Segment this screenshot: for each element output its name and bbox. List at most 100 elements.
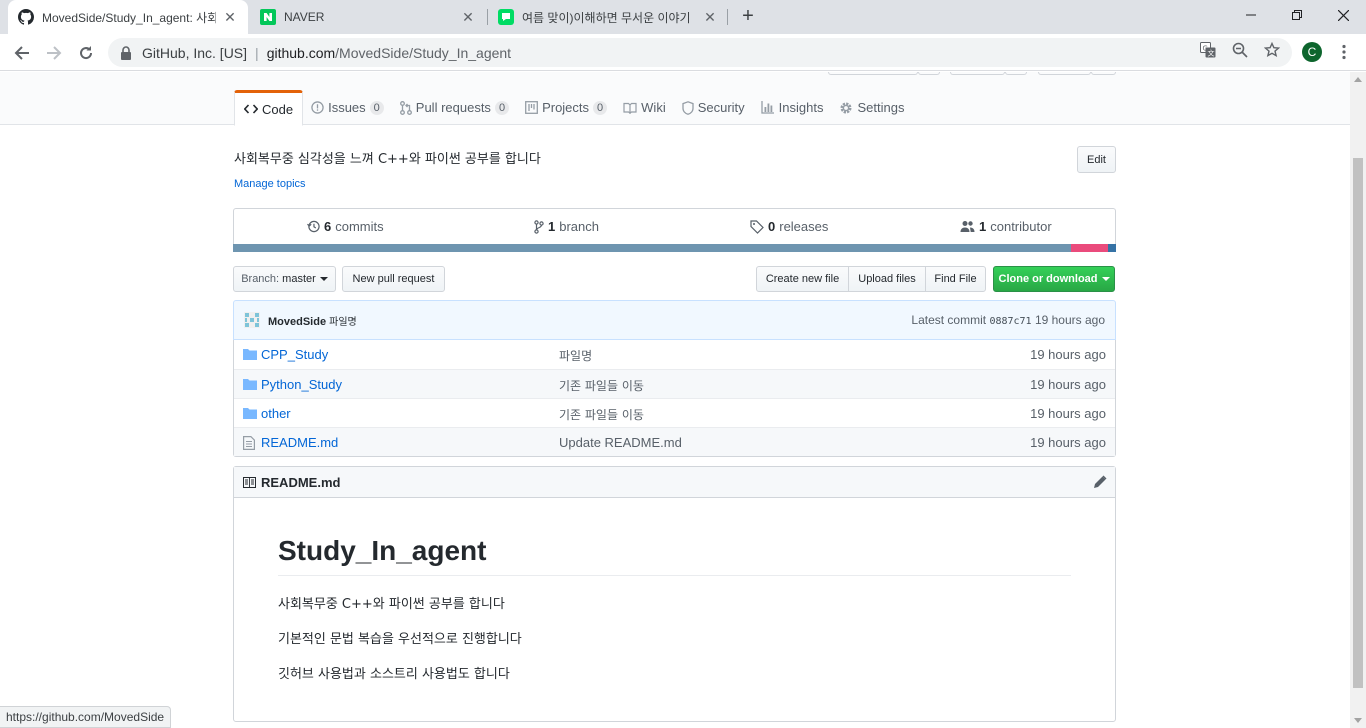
browser-tab-strip: MovedSide/Study_In_agent: 사회복무중 심각성을 느껴 …: [0, 0, 1366, 34]
translate-button[interactable]: G文: [1199, 41, 1217, 59]
star-button[interactable]: [950, 72, 1005, 75]
file-name-link[interactable]: CPP_Study: [261, 347, 328, 362]
upload-files-button[interactable]: Upload files: [848, 266, 926, 292]
fork-count[interactable]: [1091, 72, 1116, 75]
git-branch-icon: [534, 219, 544, 234]
browser-menu-button[interactable]: [1336, 42, 1352, 62]
commit-message-link[interactable]: 기존 파일들 이동: [559, 406, 644, 423]
book-icon: [243, 476, 256, 488]
new-tab-button[interactable]: +: [737, 6, 759, 28]
close-tab-icon[interactable]: ✕: [460, 9, 476, 25]
zoom-out-icon: [1232, 42, 1248, 58]
commit-message-link[interactable]: 기존 파일들 이동: [559, 377, 644, 394]
reload-icon: [80, 46, 93, 60]
commits-label: commits: [335, 219, 384, 234]
clone-or-download-button[interactable]: Clone or download: [993, 266, 1115, 292]
projects-counter: 0: [593, 100, 608, 115]
tab-security[interactable]: Security: [674, 90, 753, 125]
tab-issues[interactable]: Issues 0: [303, 90, 392, 125]
history-icon: [307, 220, 320, 233]
people-icon: [960, 220, 975, 233]
scroll-down-arrow-icon[interactable]: [1354, 718, 1362, 723]
star-count[interactable]: [1005, 72, 1027, 75]
reload-button[interactable]: [74, 41, 98, 65]
commit-message-link[interactable]: 파일명: [329, 317, 357, 328]
commit-author-link[interactable]: MovedSide: [268, 316, 326, 328]
branch-count: 1: [548, 219, 556, 234]
language-segment[interactable]: [1070, 244, 1109, 252]
browser-tab-webtoon[interactable]: 여름 맞이)이해하면 무서운 이야기 ✕: [488, 0, 728, 34]
branch-link[interactable]: 1 branch: [534, 219, 599, 234]
contributors-label: contributor: [990, 219, 1052, 234]
commit-age: 19 hours ago: [1030, 347, 1106, 362]
scroll-up-arrow-icon[interactable]: [1354, 77, 1362, 82]
bookmark-button[interactable]: [1263, 41, 1281, 59]
author-avatar[interactable]: [244, 312, 260, 328]
language-bar[interactable]: [233, 244, 1116, 252]
releases-link[interactable]: 0 releases: [750, 219, 828, 234]
tab-code-label: Code: [262, 101, 294, 117]
zoom-button[interactable]: [1231, 41, 1249, 59]
address-bar[interactable]: GitHub, Inc. [US] | github.com/MovedSide…: [108, 38, 1292, 67]
table-row: README.md Update README.md 19 hours ago: [234, 427, 1115, 456]
file-name-link[interactable]: other: [261, 406, 291, 421]
tab-wiki-label: Wiki: [641, 100, 666, 115]
back-button[interactable]: [10, 41, 34, 65]
folder-icon: [243, 378, 257, 390]
commit-message-link[interactable]: 파일명: [559, 347, 592, 364]
tab-code[interactable]: Code: [234, 90, 304, 126]
language-segment[interactable]: [1108, 244, 1116, 252]
latest-commit-info: Latest commit 0887c71 19 hours ago: [911, 313, 1105, 327]
browser-tab-github[interactable]: MovedSide/Study_In_agent: 사회복무중 심각성을 느껴 …: [8, 0, 248, 34]
tab-projects[interactable]: Projects 0: [517, 90, 615, 125]
create-new-file-button[interactable]: Create new file: [756, 266, 849, 292]
commit-message-link[interactable]: Update README.md: [559, 435, 682, 450]
file-name-link[interactable]: Python_Study: [261, 377, 342, 392]
watch-count[interactable]: [918, 72, 940, 75]
close-tab-icon[interactable]: ✕: [702, 9, 718, 25]
new-pull-request-button[interactable]: New pull request: [342, 266, 445, 292]
readme-panel: README.md Study_In_agent 사회복무중 C++와 파이썬 …: [233, 466, 1116, 722]
pencil-icon[interactable]: [1093, 475, 1107, 489]
caret-down-icon: [319, 277, 328, 281]
restore-window-button[interactable]: [1274, 0, 1320, 30]
branch-select-button[interactable]: Branch: master: [233, 266, 336, 292]
latest-commit-label: Latest commit: [911, 313, 987, 327]
watch-button[interactable]: [828, 72, 918, 75]
fork-button[interactable]: [1038, 72, 1091, 75]
close-tab-icon[interactable]: ✕: [222, 9, 238, 25]
tab-settings[interactable]: Settings: [831, 90, 912, 125]
manage-topics-link[interactable]: Manage topics: [234, 178, 306, 190]
commit-tease: MovedSide 파일명 Latest commit 0887c71 19 h…: [233, 300, 1116, 340]
readme-header: README.md: [234, 467, 1115, 498]
contributors-count: 1: [979, 219, 987, 234]
tab-insights[interactable]: Insights: [753, 90, 832, 125]
scrollbar-thumb[interactable]: [1353, 158, 1363, 688]
contributors-link[interactable]: 1 contributor: [960, 219, 1052, 234]
commit-age: 19 hours ago: [1030, 435, 1106, 450]
forward-button[interactable]: [42, 41, 66, 65]
book-icon: [623, 102, 637, 114]
browser-tab-naver[interactable]: NAVER ✕: [250, 0, 486, 34]
commit-sha-link[interactable]: 0887c71: [989, 316, 1031, 327]
readme-paragraph: 기본적인 문법 복습을 우선적으로 진행합니다: [278, 632, 522, 647]
file-name-link[interactable]: README.md: [261, 435, 338, 450]
github-icon: [18, 9, 34, 25]
minimize-window-button[interactable]: [1228, 0, 1274, 30]
close-window-button[interactable]: [1320, 0, 1366, 30]
readme-paragraph: 사회복무중 C++와 파이썬 공부를 합니다: [278, 597, 505, 612]
repo-description: 사회복무중 심각성을 느껴 C++와 파이썬 공부를 합니다: [234, 152, 541, 167]
profile-avatar[interactable]: C: [1302, 42, 1322, 62]
table-row: other 기존 파일들 이동 19 hours ago: [234, 398, 1115, 427]
link-status-bubble: https://github.com/MovedSide: [0, 706, 172, 728]
language-segment[interactable]: [233, 244, 1071, 252]
tab-pull-requests[interactable]: Pull requests 0: [392, 90, 517, 125]
edit-description-button[interactable]: Edit: [1077, 146, 1116, 173]
find-file-button[interactable]: Find File: [925, 266, 986, 292]
commits-link[interactable]: 6 commits: [307, 219, 384, 234]
tab-issues-label: Issues: [328, 100, 366, 115]
graph-icon: [761, 101, 775, 114]
project-icon: [525, 101, 539, 114]
tab-wiki[interactable]: Wiki: [615, 90, 674, 125]
page-scrollbar[interactable]: [1350, 72, 1366, 728]
